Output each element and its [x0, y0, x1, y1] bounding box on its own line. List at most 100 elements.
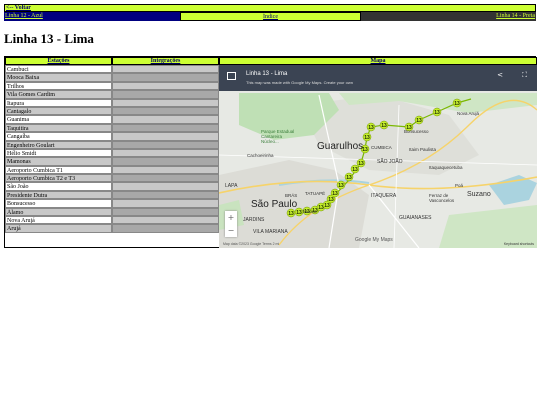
- map-label-cachoeirinha: Cachoeirinha: [247, 153, 274, 158]
- station-name-cell: Vila Gomes Cardim: [5, 90, 112, 99]
- svg-text:13: 13: [352, 167, 358, 173]
- prev-line-link[interactable]: Linha 12 - Azul: [4, 13, 43, 19]
- map-legend-icon[interactable]: [227, 72, 236, 80]
- map-label-tatuape: TATUAPÉ: [305, 191, 326, 196]
- svg-text:13: 13: [288, 211, 294, 217]
- embedded-map[interactable]: 13 13 13 13 13 13 13 13 13 13 13 13 13 13 13 13 13 13 13 13…: [219, 65, 537, 248]
- map-subtitle: This map was made with Google My Maps. C…: [246, 80, 353, 85]
- station-marker[interactable]: 13: [379, 120, 389, 130]
- zoom-in-button[interactable]: +: [225, 211, 237, 224]
- svg-text:13: 13: [328, 197, 334, 203]
- station-name-cell: Mamonas: [5, 157, 112, 166]
- station-name-cell: Itapura: [5, 98, 112, 107]
- station-marker[interactable]: 13: [344, 172, 354, 182]
- map-label-guaianases: GUAIANASES: [399, 215, 432, 221]
- keyboard-shortcuts-link[interactable]: Keyboard shortcuts: [504, 242, 534, 246]
- station-name-cell: Arujá: [5, 224, 112, 233]
- google-my-maps-logo: Google My Maps: [355, 237, 393, 243]
- table-row: Engenheiro Goulart: [5, 140, 219, 149]
- station-name-cell: Bonsucesso: [5, 199, 112, 208]
- zoom-control: + −: [225, 211, 237, 237]
- page-title: Linha 13 - Lima: [4, 31, 94, 46]
- index-link[interactable]: Índice: [263, 14, 278, 20]
- integration-cell: [112, 90, 219, 99]
- table-row: Hélio Smidt: [5, 148, 219, 158]
- station-name-cell: Guanima: [5, 115, 112, 124]
- map-title[interactable]: Linha 13 - Lima: [246, 71, 287, 77]
- station-list: Cambuci Mooca Baixa Trilhos Vila Gomes Card…: [5, 65, 219, 233]
- svg-text:13: 13: [454, 101, 460, 107]
- map-label-itaquaquecetuba: Itaquaquecetuba: [429, 165, 463, 170]
- integration-cell: [112, 73, 219, 82]
- header-map: Mapa: [219, 57, 537, 65]
- integration-cell: [112, 199, 219, 208]
- station-name-cell: Taquitira: [5, 123, 112, 133]
- station-name-cell: Trilhos: [5, 81, 112, 91]
- map-label-itaquera: ITAQUERA: [371, 193, 397, 199]
- next-line-link[interactable]: Linha 14 - Preta: [496, 13, 536, 19]
- station-name-cell: Cangaíba: [5, 132, 112, 141]
- integration-cell: [112, 157, 219, 166]
- integration-cell: [112, 207, 219, 217]
- svg-text:13: 13: [416, 118, 422, 124]
- table-row: Bonsucesso: [5, 199, 219, 208]
- station-marker[interactable]: 13: [336, 180, 346, 190]
- stations-table: Estações Integrações Mapa Cambuci Mooca B…: [4, 56, 537, 248]
- table-row: Trilhos: [5, 81, 219, 91]
- header-integrations-link[interactable]: Integrações: [151, 58, 181, 64]
- integration-cell: [112, 123, 219, 133]
- integration-cell: [112, 98, 219, 107]
- map-credit[interactable]: Map data ©2023 Google Terms 2 mi: [223, 242, 279, 246]
- back-link[interactable]: <-- Voltar: [6, 5, 31, 12]
- map-label-bras: BRÁS: [285, 193, 298, 198]
- table-row: Cambuci: [5, 65, 219, 74]
- header-stations-link[interactable]: Estações: [48, 58, 70, 64]
- station-marker[interactable]: 13: [366, 122, 376, 132]
- share-icon[interactable]: <: [497, 71, 503, 79]
- table-row: Mamonas: [5, 157, 219, 166]
- table-row: São João: [5, 182, 219, 191]
- station-marker[interactable]: 13: [432, 107, 442, 117]
- station-marker[interactable]: 13: [414, 115, 424, 125]
- svg-text:13: 13: [324, 203, 330, 209]
- table-row: Aeroporto Cumbica T1: [5, 165, 219, 175]
- zoom-out-button[interactable]: −: [225, 224, 237, 237]
- table-row: Taquitira: [5, 123, 219, 133]
- station-marker[interactable]: 13: [362, 132, 372, 142]
- table-row: Vila Gomes Cardim: [5, 90, 219, 99]
- station-marker[interactable]: 13: [330, 188, 340, 198]
- station-name-cell: Mooca Baixa: [5, 73, 112, 82]
- map-label-suzano: Suzano: [467, 191, 491, 198]
- station-marker[interactable]: 13: [286, 208, 296, 218]
- svg-text:13: 13: [381, 123, 387, 129]
- map-label-sao-paulo: São Paulo: [251, 199, 298, 210]
- map-label-jardins: JARDINS: [243, 217, 265, 223]
- fullscreen-icon[interactable]: ⛶: [522, 71, 527, 80]
- svg-text:13: 13: [296, 210, 302, 216]
- table-row: Itapura: [5, 98, 219, 107]
- svg-text:13: 13: [346, 175, 352, 181]
- station-name-cell: Nova Arujá: [5, 216, 112, 225]
- table-row: Cantagalo: [5, 106, 219, 116]
- map-label-vila-mariana: VILA MARIANA: [253, 229, 288, 235]
- map-label-ferraz: Ferraz de Vasconcelos: [429, 193, 455, 203]
- integration-cell: [112, 106, 219, 116]
- table-row: Arujá: [5, 224, 219, 233]
- svg-text:13: 13: [332, 191, 338, 197]
- map-label-sao-joao: SÃO JOÃO: [377, 159, 403, 165]
- integration-cell: [112, 182, 219, 191]
- station-marker[interactable]: 13: [356, 158, 366, 168]
- table-row: Mooca Baixa: [5, 73, 219, 82]
- map-label-poa: Poá: [455, 183, 464, 188]
- table-row: Cangaíba: [5, 132, 219, 141]
- integration-cell: [112, 216, 219, 225]
- integration-cell: [112, 165, 219, 175]
- svg-text:13: 13: [358, 161, 364, 167]
- integration-cell: [112, 148, 219, 158]
- svg-text:13: 13: [338, 183, 344, 189]
- map-label-itaim-paulista: Itaim Paulista: [409, 147, 437, 152]
- header-map-link[interactable]: Mapa: [371, 58, 386, 64]
- station-marker[interactable]: 13: [452, 98, 462, 108]
- map-label-lapa: LAPA: [225, 183, 238, 189]
- map-label-mooca: Mooca: [303, 209, 317, 214]
